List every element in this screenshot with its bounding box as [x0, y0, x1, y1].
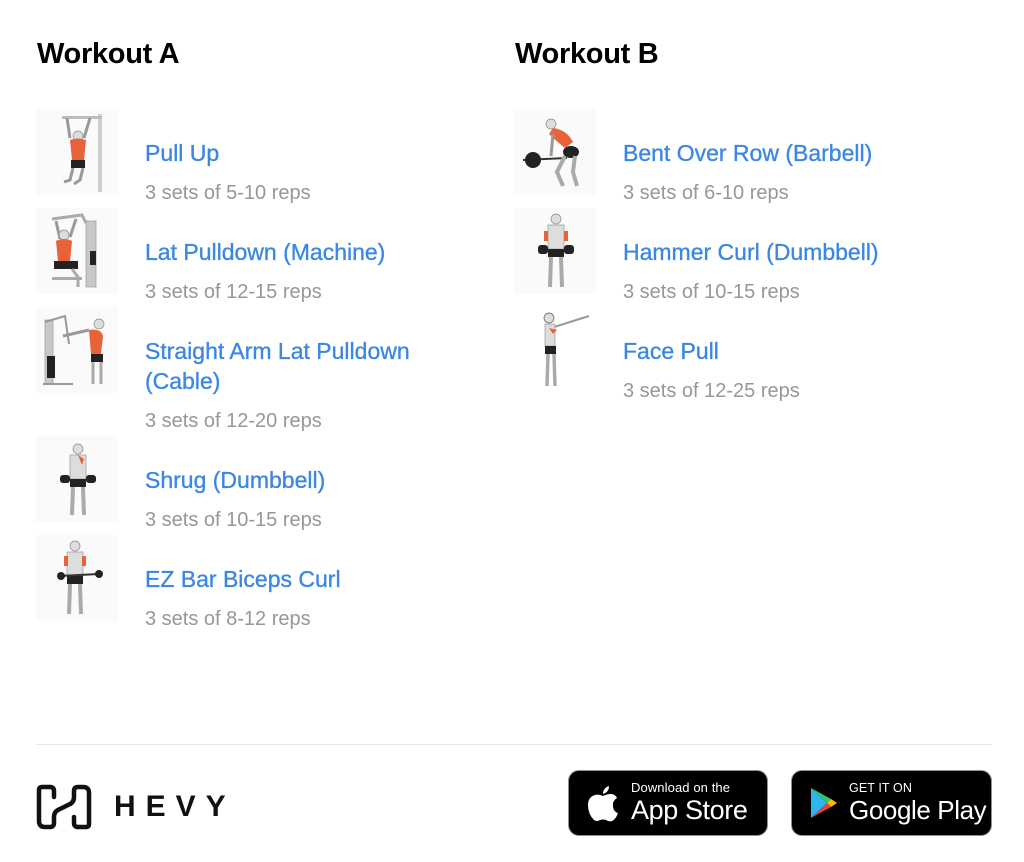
- exercise-sets: 3 sets of 12-25 reps: [623, 380, 800, 402]
- exercise-sets: 3 sets of 12-15 reps: [145, 281, 322, 303]
- google-play-icon: [811, 788, 837, 818]
- exercise-sets: 3 sets of 8-12 reps: [145, 608, 311, 630]
- exercise-item[interactable]: Shrug (Dumbbell) 3 sets of 10-15 reps: [36, 436, 497, 532]
- exercise-sets: 3 sets of 12-20 reps: [145, 410, 322, 432]
- exercise-item[interactable]: Straight Arm Lat Pulldown (Cable) 3 sets…: [36, 307, 497, 433]
- exercise-sets: 3 sets of 10-15 reps: [145, 509, 322, 531]
- lat-pulldown-illustration: [51, 213, 97, 288]
- app-store-button[interactable]: Download on the App Store: [568, 770, 768, 836]
- exercise-item[interactable]: Pull Up 3 sets of 5-10 reps: [36, 109, 497, 205]
- exercise-list: Bent Over Row (Barbell) 3 sets of 6-10 r…: [514, 109, 975, 403]
- hevy-logo[interactable]: HEVY: [36, 783, 236, 831]
- workout-b-column: Workout B Bent Over Row (Barbell) 3 sets…: [514, 36, 975, 435]
- barbell-row-illustration: [522, 118, 579, 187]
- exercise-thumbnail: [36, 208, 118, 294]
- brand-name: HEVY: [114, 790, 236, 823]
- workout-routine-page: Workout A Pull Up 3 sets of 5-10 reps La…: [0, 0, 1024, 862]
- ez-bar-curl-illustration: [57, 540, 103, 615]
- google-play-button[interactable]: GET IT ON Google Play: [791, 770, 992, 836]
- exercise-name-link[interactable]: Shrug (Dumbbell): [145, 465, 485, 495]
- footer-divider: [36, 744, 992, 745]
- exercise-thumbnail: [514, 307, 596, 393]
- exercise-thumbnail: [514, 109, 596, 195]
- exercise-name-link[interactable]: Straight Arm Lat Pulldown (Cable): [145, 336, 485, 396]
- exercise-item[interactable]: Hammer Curl (Dumbbell) 3 sets of 10-15 r…: [514, 208, 975, 304]
- exercise-name-link[interactable]: Hammer Curl (Dumbbell): [623, 237, 963, 267]
- exercise-thumbnail: [514, 208, 596, 294]
- exercise-thumbnail: [36, 109, 118, 195]
- exercise-name-link[interactable]: Lat Pulldown (Machine): [145, 237, 485, 267]
- exercise-sets: 3 sets of 5-10 reps: [145, 182, 311, 204]
- app-store-small-text: Download on the: [631, 780, 731, 795]
- google-play-large-text: Google Play: [849, 795, 987, 825]
- exercise-name-link[interactable]: Face Pull: [623, 336, 963, 366]
- google-play-small-text: GET IT ON: [849, 781, 912, 795]
- workout-title: Workout B: [515, 38, 659, 70]
- straight-arm-pulldown-illustration: [43, 314, 105, 385]
- exercise-sets: 3 sets of 6-10 reps: [623, 182, 789, 204]
- exercise-item[interactable]: Bent Over Row (Barbell) 3 sets of 6-10 r…: [514, 109, 975, 205]
- exercise-item[interactable]: EZ Bar Biceps Curl 3 sets of 8-12 reps: [36, 535, 497, 631]
- exercise-thumbnail: [36, 535, 118, 621]
- apple-icon: [588, 786, 618, 822]
- exercise-sets: 3 sets of 10-15 reps: [623, 281, 800, 303]
- workout-title: Workout A: [37, 38, 180, 70]
- app-store-large-text: App Store: [631, 795, 748, 825]
- face-pull-illustration: [543, 312, 590, 387]
- exercise-list: Pull Up 3 sets of 5-10 reps Lat Pulldown…: [36, 109, 497, 631]
- exercise-thumbnail: [36, 307, 118, 393]
- exercise-item[interactable]: Lat Pulldown (Machine) 3 sets of 12-15 r…: [36, 208, 497, 304]
- hammer-curl-illustration: [538, 213, 574, 288]
- exercise-item[interactable]: Face Pull 3 sets of 12-25 reps: [514, 307, 975, 403]
- pull-up-illustration: [62, 114, 102, 192]
- workout-a-column: Workout A Pull Up 3 sets of 5-10 reps La…: [36, 36, 497, 663]
- exercise-name-link[interactable]: Bent Over Row (Barbell): [623, 138, 963, 168]
- hevy-logo-icon: [36, 784, 92, 830]
- exercise-name-link[interactable]: Pull Up: [145, 138, 485, 168]
- exercise-name-link[interactable]: EZ Bar Biceps Curl: [145, 564, 485, 594]
- exercise-thumbnail: [36, 436, 118, 522]
- dumbbell-shrug-illustration: [60, 443, 96, 516]
